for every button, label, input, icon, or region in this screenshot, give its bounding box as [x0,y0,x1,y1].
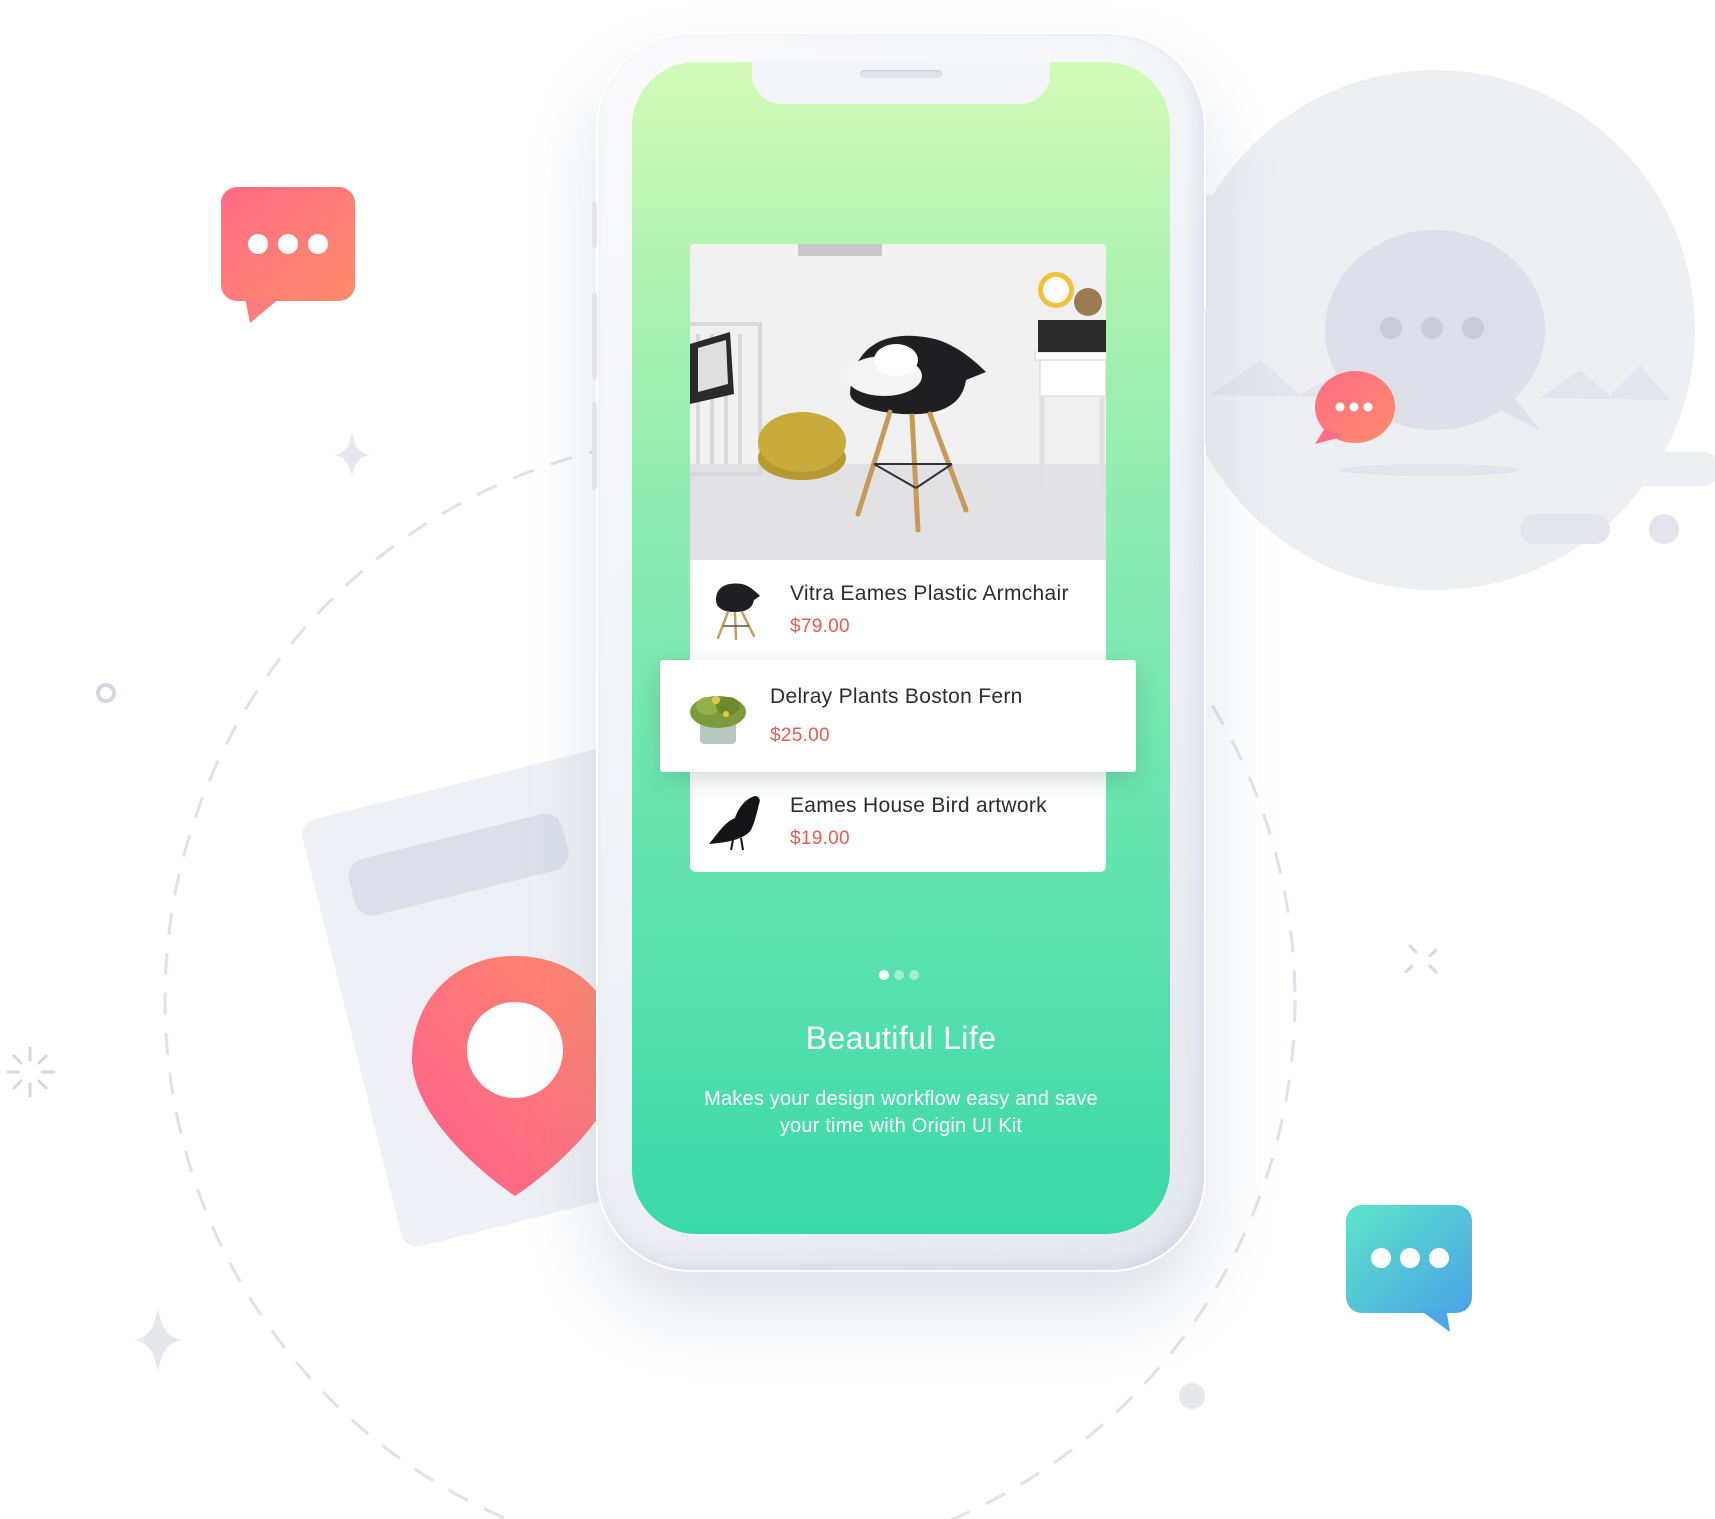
bird-icon [704,790,768,854]
product-name: Eames House Bird artwork [790,794,1047,817]
phone-mockup: Vitra Eames Plastic Armchair $79.00 Delr… [592,32,1210,1272]
product-hero-image [690,244,1106,560]
sparkle-icon [334,432,370,476]
product-item[interactable]: Vitra Eames Plastic Armchair $79.00 [690,560,1106,660]
burst-icon [1404,944,1438,974]
product-card: Vitra Eames Plastic Armchair $79.00 Delr… [660,244,1136,874]
page-dot-active[interactable] [879,970,889,980]
page-indicator[interactable] [879,970,919,980]
chair-icon [704,578,768,642]
small-dot [1179,1383,1205,1409]
page-dot[interactable] [909,970,919,980]
phone-screen: Vitra Eames Plastic Armchair $79.00 Delr… [632,62,1170,1234]
chat-bubble-red-icon [221,187,355,323]
product-price: $25.00 [770,725,830,746]
sparkle-icon [134,1308,182,1372]
onboarding-description: Makes your design workflow easy and save… [704,1088,1098,1137]
burst-icon [6,1046,56,1098]
chat-bubble-blue-icon [1346,1205,1472,1332]
product-item[interactable]: Eames House Bird artwork $19.00 [690,772,1106,872]
product-item-selected[interactable]: Delray Plants Boston Fern $25.00 [660,660,1136,772]
product-price: $19.00 [790,828,850,849]
product-name: Vitra Eames Plastic Armchair [790,582,1069,605]
product-price: $79.00 [790,616,850,637]
page-dot[interactable] [894,970,904,980]
phone-notch [752,62,1050,104]
small-ring [96,683,116,703]
speaker-grille [860,70,942,78]
product-name: Delray Plants Boston Fern [770,685,1023,708]
grey-chat-illustration [1175,70,1715,590]
plant-icon [686,684,750,748]
onboarding-title: Beautiful Life [805,1020,997,1056]
